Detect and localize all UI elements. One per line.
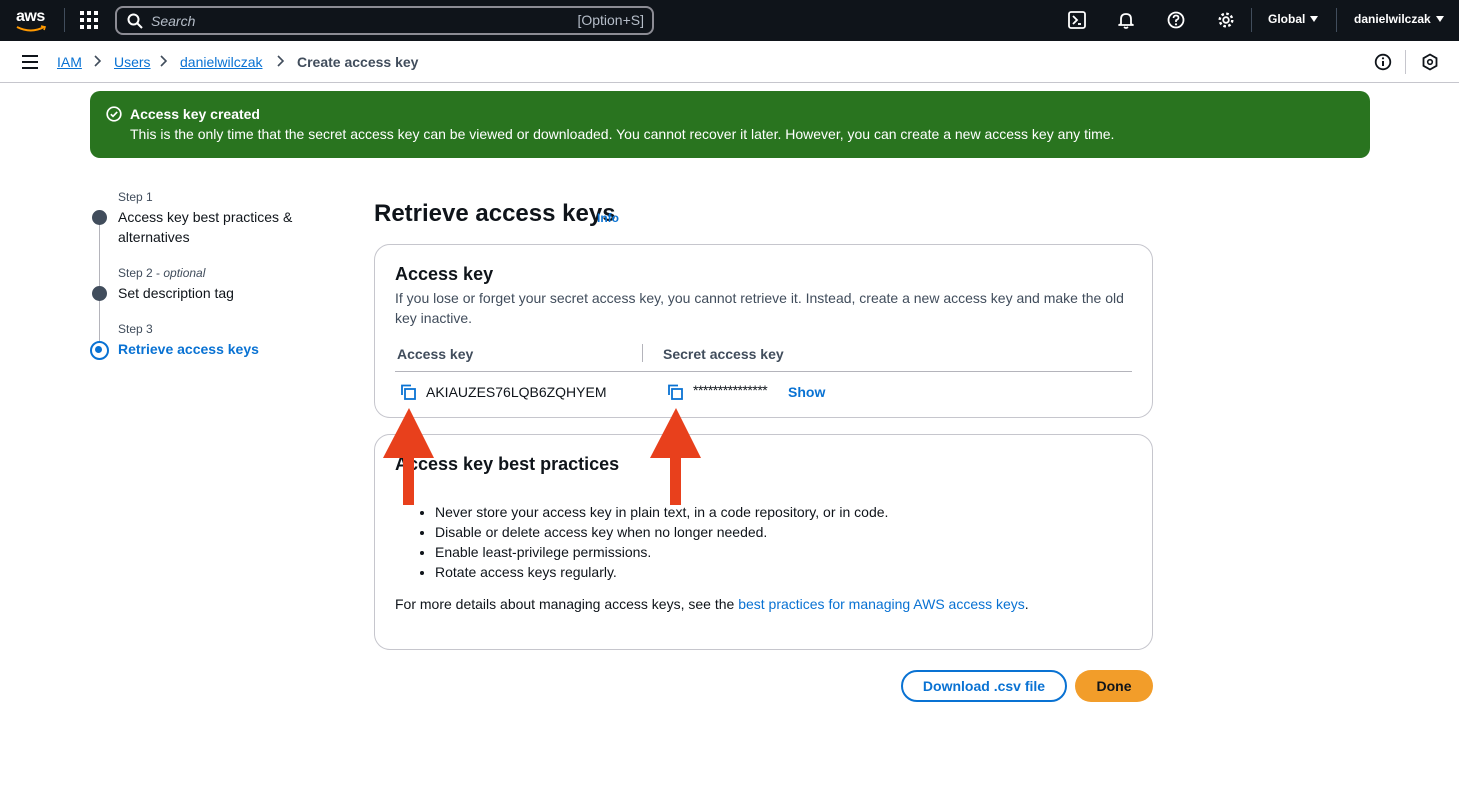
services-grid-icon[interactable] <box>80 11 98 29</box>
step-3-indicator <box>90 341 109 360</box>
search-box[interactable]: [Option+S] <box>115 6 654 35</box>
annotation-arrow-secret-key <box>650 408 701 505</box>
access-key-card: Access key If you lose or forget your se… <box>374 244 1153 418</box>
region-label: Global <box>1268 12 1306 26</box>
copy-secret-key-icon[interactable] <box>667 384 683 400</box>
step-2-label[interactable]: Set description tag <box>118 283 308 303</box>
best-practices-card: Access key best practices Never store yo… <box>374 434 1153 650</box>
step-2-number: Step 2 - optional <box>118 266 206 280</box>
chevron-right-icon <box>277 55 285 67</box>
aws-logo[interactable]: aws <box>16 8 48 34</box>
nav-divider <box>1405 50 1406 74</box>
info-icon[interactable] <box>1374 53 1392 71</box>
bell-icon[interactable] <box>1117 11 1135 29</box>
region-selector[interactable]: Global <box>1268 12 1319 26</box>
list-item: Enable least-privilege permissions. <box>435 542 888 562</box>
step-connector <box>99 224 100 286</box>
copy-access-key-icon[interactable] <box>400 384 416 400</box>
aws-logo-text: aws <box>16 8 45 25</box>
step-1-label[interactable]: Access key best practices & alternatives <box>118 207 308 247</box>
chevron-down-icon <box>1435 16 1444 22</box>
check-circle-icon <box>106 106 122 122</box>
help-icon[interactable] <box>1167 11 1185 29</box>
success-flash-banner: Access key created This is the only time… <box>90 91 1370 158</box>
flash-message: This is the only time that the secret ac… <box>130 126 1115 142</box>
flash-title: Access key created <box>130 106 260 122</box>
step-1-number: Step 1 <box>118 190 153 204</box>
step-1-indicator <box>92 210 107 225</box>
step-2-optional: optional <box>163 266 206 280</box>
secret-key-masked: *************** <box>693 382 768 398</box>
account-menu[interactable]: danielwilczak <box>1354 12 1444 26</box>
show-secret-key-link[interactable]: Show <box>788 384 825 400</box>
column-header-access-key: Access key <box>397 346 474 362</box>
breadcrumb-users[interactable]: Users <box>114 53 151 71</box>
step-3-number: Step 3 <box>118 322 153 336</box>
access-key-card-title: Access key <box>395 264 494 284</box>
access-key-value: AKIAUZES76LQB6ZQHYEM <box>426 384 607 400</box>
column-separator <box>642 344 643 362</box>
chevron-right-icon <box>94 55 102 67</box>
settings-gear-icon[interactable] <box>1217 11 1235 29</box>
breadcrumb-user[interactable]: danielwilczak <box>180 53 262 71</box>
list-item: Rotate access keys regularly. <box>435 562 888 582</box>
feedback-icon[interactable] <box>1421 53 1439 71</box>
aws-smile-icon <box>16 25 47 32</box>
search-icon <box>127 13 143 29</box>
nav-divider <box>64 8 65 32</box>
page-title: Retrieve access keys <box>374 200 616 227</box>
step-2-indicator <box>92 286 107 301</box>
list-item: Disable or delete access key when no lon… <box>435 522 888 542</box>
chevron-right-icon <box>160 55 168 67</box>
cloudshell-icon[interactable] <box>1068 11 1086 29</box>
breadcrumb-iam[interactable]: IAM <box>57 53 82 71</box>
best-practices-more: For more details about managing access k… <box>395 596 1029 612</box>
breadcrumb-bar: IAM Users danielwilczak Create access ke… <box>0 41 1459 83</box>
nav-divider <box>1251 8 1252 32</box>
account-name: danielwilczak <box>1354 12 1431 26</box>
best-practices-link[interactable]: best practices for managing AWS access k… <box>738 596 1025 612</box>
top-navigation: aws [Option+S] <box>0 0 1459 41</box>
search-input[interactable] <box>151 11 531 31</box>
download-csv-button[interactable]: Download .csv file <box>901 670 1067 702</box>
search-shortcut: [Option+S] <box>577 12 644 28</box>
column-header-secret-key: Secret access key <box>663 346 784 362</box>
chevron-down-icon <box>1310 16 1319 22</box>
done-button[interactable]: Done <box>1075 670 1153 702</box>
annotation-arrow-access-key <box>383 408 434 505</box>
step-3-label: Retrieve access keys <box>118 341 259 357</box>
breadcrumb-current: Create access key <box>297 54 419 70</box>
access-key-card-description: If you lose or forget your secret access… <box>395 290 1124 326</box>
nav-divider <box>1336 8 1337 32</box>
menu-icon[interactable] <box>22 55 38 69</box>
info-link[interactable]: Info <box>597 211 619 225</box>
best-practices-list: Never store your access key in plain tex… <box>435 502 888 582</box>
table-divider <box>395 371 1132 372</box>
step-connector <box>99 300 100 342</box>
